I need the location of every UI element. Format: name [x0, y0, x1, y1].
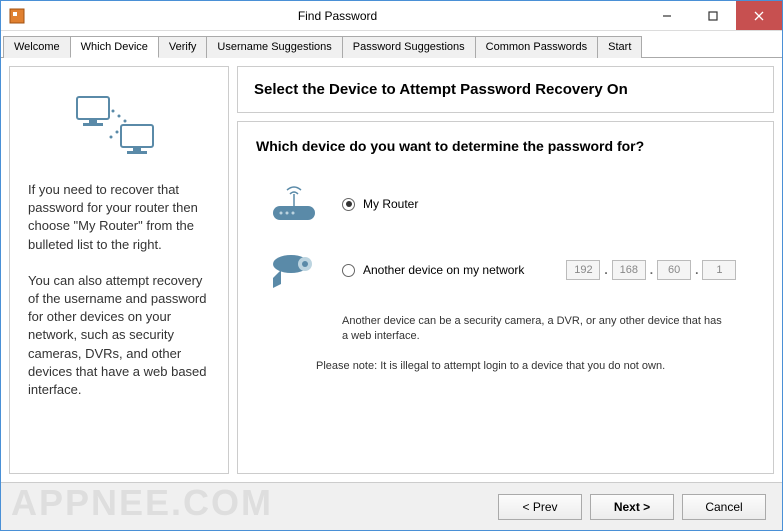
- wizard-footer: < Prev Next > Cancel: [1, 482, 782, 530]
- radio-icon: [342, 264, 355, 277]
- note-legal: Please note: It is illegal to attempt lo…: [316, 359, 755, 374]
- prev-button[interactable]: < Prev: [498, 494, 582, 520]
- close-button[interactable]: [736, 1, 782, 30]
- ip-octet-1[interactable]: 192: [566, 260, 600, 280]
- next-button[interactable]: Next >: [590, 494, 674, 520]
- radio-label: My Router: [363, 197, 418, 211]
- note-device-types: Another device can be a security camera,…: [342, 314, 722, 345]
- minimize-button[interactable]: [644, 1, 690, 30]
- ip-dot: .: [604, 263, 607, 277]
- window-title: Find Password: [31, 9, 644, 23]
- content-area: If you need to recover that password for…: [1, 58, 782, 482]
- tab-username-suggestions[interactable]: Username Suggestions: [206, 36, 342, 58]
- titlebar: Find Password: [1, 1, 782, 31]
- radio-icon: [342, 198, 355, 211]
- radio-another-device[interactable]: Another device on my network: [342, 263, 524, 277]
- ip-dot: .: [695, 263, 698, 277]
- tab-start[interactable]: Start: [597, 36, 642, 58]
- tab-password-suggestions[interactable]: Password Suggestions: [342, 36, 476, 58]
- network-devices-icon: [28, 81, 210, 171]
- tab-bar: Welcome Which Device Verify Username Sug…: [1, 31, 782, 58]
- app-window: Find Password Welcome Which Device Verif…: [0, 0, 783, 531]
- sidebar-text: If you need to recover that password for…: [28, 181, 210, 417]
- main-panel: Select the Device to Attempt Password Re…: [237, 66, 774, 474]
- ip-octet-4[interactable]: 1: [702, 260, 736, 280]
- ip-octet-3[interactable]: 60: [657, 260, 691, 280]
- page-heading: Select the Device to Attempt Password Re…: [237, 66, 774, 113]
- window-controls: [644, 1, 782, 30]
- app-icon: [9, 8, 25, 24]
- maximize-button[interactable]: [690, 1, 736, 30]
- tab-which-device[interactable]: Which Device: [70, 36, 159, 58]
- info-sidebar: If you need to recover that password for…: [9, 66, 229, 474]
- option-another-device: Another device on my network 192 . 168 .…: [256, 248, 755, 292]
- ip-octet-2[interactable]: 168: [612, 260, 646, 280]
- sidebar-para-2: You can also attempt recovery of the use…: [28, 272, 210, 399]
- ip-dot: .: [650, 263, 653, 277]
- camera-icon: [264, 248, 324, 292]
- router-icon: [264, 182, 324, 226]
- tab-common-passwords[interactable]: Common Passwords: [475, 36, 598, 58]
- tab-verify[interactable]: Verify: [158, 36, 208, 58]
- sidebar-para-1: If you need to recover that password for…: [28, 181, 210, 254]
- radio-label: Another device on my network: [363, 263, 524, 277]
- form-area: Which device do you want to determine th…: [237, 121, 774, 474]
- option-my-router: My Router: [256, 182, 755, 226]
- ip-address-input: 192 . 168 . 60 . 1: [566, 260, 736, 280]
- cancel-button[interactable]: Cancel: [682, 494, 766, 520]
- radio-my-router[interactable]: My Router: [342, 197, 418, 211]
- question-text: Which device do you want to determine th…: [256, 138, 755, 154]
- tab-welcome[interactable]: Welcome: [3, 36, 71, 58]
